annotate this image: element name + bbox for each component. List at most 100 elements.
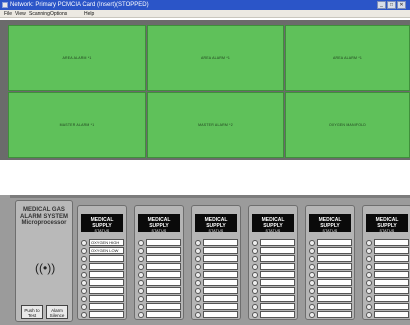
medical-supply-module: MEDICAL SUPPLY STATUS — [305, 205, 355, 320]
menu-scanning[interactable]: Scanning — [29, 10, 50, 18]
minimize-button[interactable]: _ — [377, 1, 386, 9]
status-led — [309, 247, 315, 254]
medical-supply-module: MEDICAL SUPPLY STATUS — [191, 205, 241, 320]
status-led — [309, 295, 315, 302]
status-led — [309, 303, 315, 310]
close-button[interactable]: ✕ — [397, 1, 406, 9]
status-slot — [260, 239, 295, 246]
status-led — [195, 295, 201, 302]
status-led — [309, 311, 315, 318]
status-slot — [374, 255, 409, 262]
status-slot — [260, 271, 295, 278]
module-subtitle: STATUS — [379, 229, 395, 233]
alarm-tile[interactable]: AREA ALARM *1 — [8, 25, 146, 91]
status-slot — [89, 263, 124, 270]
menu-options[interactable]: Options — [50, 10, 67, 18]
speaker-icon: ((•)) — [35, 261, 56, 275]
status-slot — [374, 279, 409, 286]
status-led — [366, 255, 372, 262]
status-slot — [203, 279, 238, 286]
status-slot — [89, 295, 124, 302]
module-subtitle: STATUS — [265, 229, 281, 233]
status-led — [309, 271, 315, 278]
status-slot — [203, 287, 238, 294]
app-icon — [2, 2, 8, 8]
status-slot — [146, 311, 181, 318]
status-slot — [89, 311, 124, 318]
status-led — [252, 279, 258, 286]
window-title: Network: Primary PCMCIA Card (Insert)(ST… — [10, 2, 149, 8]
status-led — [366, 263, 372, 270]
push-to-test-button[interactable]: Push to Test — [21, 305, 43, 319]
medical-supply-module: MEDICAL SUPPLY STATUS — [362, 205, 410, 320]
menu-help[interactable]: Help — [84, 10, 94, 18]
module-title: MEDICAL SUPPLY — [204, 217, 228, 229]
status-slot — [317, 279, 352, 286]
module-label: MEDICAL SUPPLY STATUS — [81, 214, 123, 233]
status-led — [195, 311, 201, 318]
status-led — [366, 295, 372, 302]
alarm-tile[interactable]: AREA ALARM *1 — [147, 25, 284, 91]
status-led — [366, 239, 372, 246]
status-slot — [317, 263, 352, 270]
status-led — [252, 263, 258, 270]
module-title: MEDICAL SUPPLY — [147, 217, 171, 229]
status-led — [366, 279, 372, 286]
status-slot — [374, 311, 409, 318]
status-led — [138, 239, 144, 246]
status-led — [195, 263, 201, 270]
status-led — [195, 303, 201, 310]
status-slot — [374, 287, 409, 294]
module-label: MEDICAL SUPPLY STATUS — [252, 214, 294, 233]
status-slot — [374, 271, 409, 278]
status-slot — [260, 247, 295, 254]
status-slot — [374, 239, 409, 246]
status-slot — [146, 263, 181, 270]
status-slot — [89, 303, 124, 310]
menu-file[interactable]: File — [4, 10, 12, 18]
alarm-tile[interactable]: MASTER ALARM *1 — [8, 92, 146, 158]
controller-title: MEDICAL GAS ALARM SYSTEM Microprocessor — [16, 207, 72, 227]
status-slot — [317, 287, 352, 294]
module-title: MEDICAL SUPPLY — [375, 217, 399, 229]
master-controller: MEDICAL GAS ALARM SYSTEM Microprocessor … — [15, 200, 73, 322]
status-led — [252, 295, 258, 302]
status-slot — [146, 287, 181, 294]
status-led — [252, 311, 258, 318]
status-slot — [317, 255, 352, 262]
alarm-tile[interactable]: AREA ALARM *1 — [285, 25, 410, 91]
status-slot — [203, 247, 238, 254]
status-slot — [374, 263, 409, 270]
module-label: MEDICAL SUPPLY STATUS — [138, 214, 180, 233]
status-led — [309, 263, 315, 270]
status-slot — [317, 271, 352, 278]
window-titlebar: Network: Primary PCMCIA Card (Insert)(ST… — [0, 0, 410, 10]
module-title: MEDICAL SUPPLY — [318, 217, 342, 229]
status-led — [252, 247, 258, 254]
status-slot — [203, 311, 238, 318]
status-slot — [317, 311, 352, 318]
menu-view[interactable]: View — [15, 10, 26, 18]
status-led — [195, 279, 201, 286]
status-slot — [260, 263, 295, 270]
module-subtitle: STATUS — [151, 229, 167, 233]
status-led — [81, 247, 87, 254]
status-slot — [203, 303, 238, 310]
status-led — [195, 247, 201, 254]
status-led — [366, 271, 372, 278]
alarm-tile[interactable]: OXYGEN MANIFOLD — [285, 92, 410, 158]
status-led — [138, 255, 144, 262]
status-slot — [146, 271, 181, 278]
status-slot — [260, 295, 295, 302]
status-led — [309, 255, 315, 262]
maximize-button[interactable]: □ — [387, 1, 396, 9]
status-led — [366, 311, 372, 318]
status-led — [366, 287, 372, 294]
panel-divider — [10, 195, 410, 198]
status-led — [195, 287, 201, 294]
alarm-tile[interactable]: MASTER ALARM *2 — [147, 92, 284, 158]
alarm-silence-button[interactable]: Alarm Silence — [46, 305, 68, 319]
status-led — [309, 239, 315, 246]
status-led — [195, 239, 201, 246]
status-slot — [89, 271, 124, 278]
